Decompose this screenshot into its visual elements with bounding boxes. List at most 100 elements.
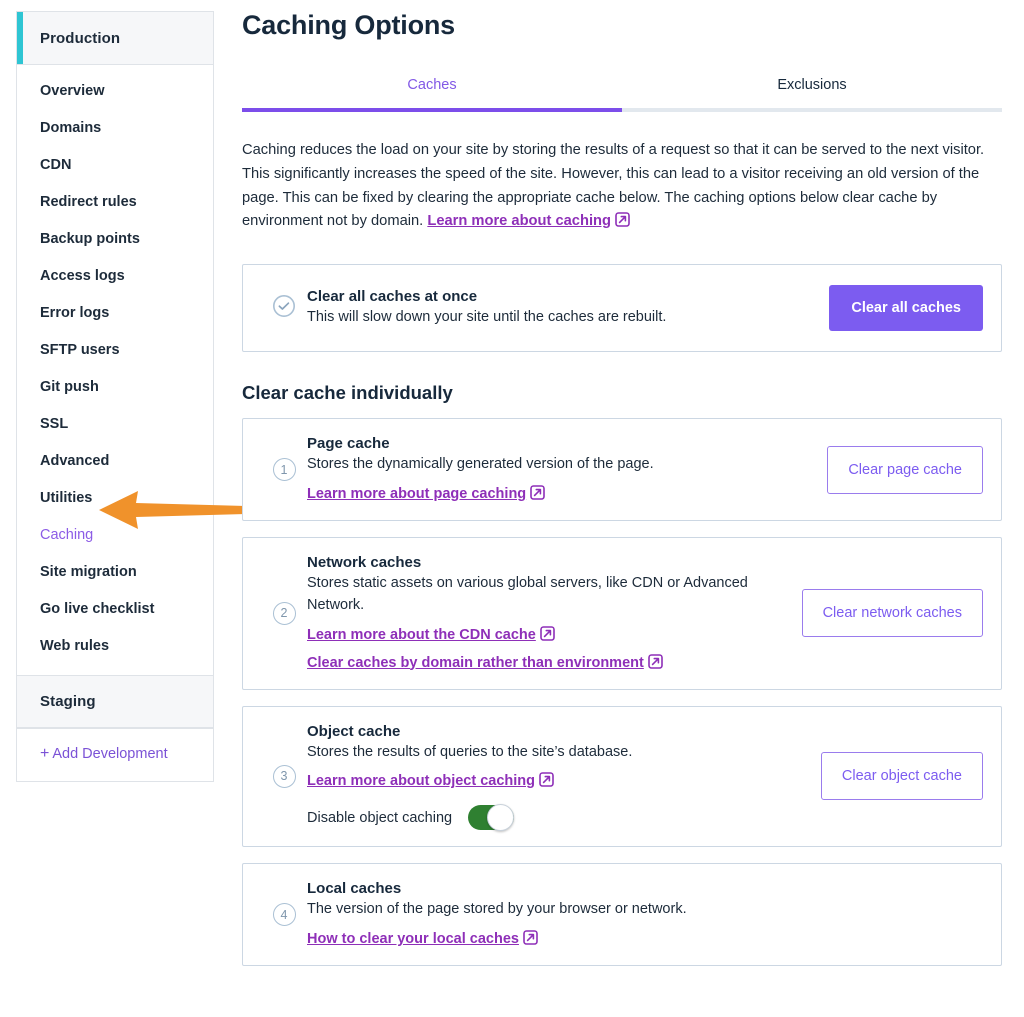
clear-cache-individually-heading: Clear cache individually bbox=[242, 382, 1024, 404]
plus-icon: + bbox=[40, 745, 49, 762]
tab-exclusions[interactable]: Exclusions bbox=[622, 77, 1002, 112]
intro-paragraph: Caching reduces the load on your site by… bbox=[242, 139, 1002, 236]
network-caches-card: 2 Network caches Stores static assets on… bbox=[242, 537, 1002, 690]
clear-page-cache-button[interactable]: Clear page cache bbox=[827, 446, 983, 494]
disable-object-caching-row: Disable object caching bbox=[307, 805, 807, 830]
tab-bar: Caches Exclusions bbox=[242, 77, 1002, 112]
learn-more-about-page-caching-link[interactable]: Learn more about page caching bbox=[307, 486, 526, 502]
sidebar-item-caching[interactable]: Caching bbox=[17, 517, 213, 554]
sidebar-item-overview[interactable]: Overview bbox=[17, 73, 213, 110]
how-to-clear-local-caches-label: How to clear your local caches bbox=[307, 931, 519, 947]
add-development-button[interactable]: +Add Development bbox=[17, 728, 213, 781]
sidebar-item-redirect-rules[interactable]: Redirect rules bbox=[17, 184, 213, 221]
clear-network-caches-button[interactable]: Clear network caches bbox=[802, 589, 983, 637]
clear-all-caches-button[interactable]: Clear all caches bbox=[829, 285, 983, 331]
sidebar-item-sftp-users[interactable]: SFTP users bbox=[17, 332, 213, 369]
sidebar-item-error-logs[interactable]: Error logs bbox=[17, 295, 213, 332]
learn-more-about-cdn-cache-label: Learn more about the CDN cache bbox=[307, 627, 536, 643]
sidebar-item-ssl[interactable]: SSL bbox=[17, 406, 213, 443]
page-title: Caching Options bbox=[242, 10, 1024, 41]
object-cache-number-col: 3 bbox=[261, 765, 307, 788]
learn-more-about-object-caching-label: Learn more about object caching bbox=[307, 773, 535, 789]
sidebar-item-site-migration[interactable]: Site migration bbox=[17, 554, 213, 591]
local-caches-text-col: Local caches The version of the page sto… bbox=[307, 880, 983, 949]
sidebar-item-backup-points[interactable]: Backup points bbox=[17, 221, 213, 258]
sidebar-item-advanced[interactable]: Advanced bbox=[17, 443, 213, 480]
clear-all-description: This will slow down your site until the … bbox=[307, 307, 815, 329]
object-cache-title: Object cache bbox=[307, 723, 807, 740]
object-cache-text-col: Object cache Stores the results of queri… bbox=[307, 723, 821, 831]
clear-all-caches-card: Clear all caches at once This will slow … bbox=[242, 264, 1002, 352]
step-number-badge: 2 bbox=[273, 602, 296, 625]
environment-sidebar: Production Overview Domains CDN Redirect… bbox=[16, 11, 214, 782]
toggle-knob bbox=[487, 804, 514, 831]
sidebar-item-utilities[interactable]: Utilities bbox=[17, 480, 213, 517]
env-accent-bar bbox=[17, 12, 23, 64]
page-cache-link-row: Learn more about page caching bbox=[307, 485, 813, 504]
caching-options-page: Production Overview Domains CDN Redirect… bbox=[0, 0, 1024, 1017]
sidebar-item-cdn[interactable]: CDN bbox=[17, 147, 213, 184]
object-cache-description: Stores the results of queries to the sit… bbox=[307, 742, 807, 764]
clear-caches-by-domain-link[interactable]: Clear caches by domain rather than envir… bbox=[307, 655, 644, 671]
network-caches-button-col: Clear network caches bbox=[802, 589, 983, 637]
sidebar-nav-list: Overview Domains CDN Redirect rules Back… bbox=[17, 65, 213, 675]
external-link-icon bbox=[523, 930, 538, 949]
local-caches-description: The version of the page stored by your b… bbox=[307, 899, 969, 921]
step-number-badge: 3 bbox=[273, 765, 296, 788]
clear-all-button-col: Clear all caches bbox=[829, 285, 983, 331]
sidebar-item-go-live-checklist[interactable]: Go live checklist bbox=[17, 591, 213, 628]
page-cache-button-col: Clear page cache bbox=[827, 446, 983, 494]
page-cache-number-col: 1 bbox=[261, 458, 307, 481]
env-title-staging: Staging bbox=[40, 693, 96, 710]
external-link-icon bbox=[648, 654, 663, 673]
disable-object-caching-label: Disable object caching bbox=[307, 810, 452, 826]
sidebar-item-domains[interactable]: Domains bbox=[17, 110, 213, 147]
network-caches-description: Stores static assets on various global s… bbox=[307, 573, 777, 617]
network-caches-title: Network caches bbox=[307, 554, 788, 571]
local-caches-card: 4 Local caches The version of the page s… bbox=[242, 863, 1002, 966]
object-cache-card: 3 Object cache Stores the results of que… bbox=[242, 706, 1002, 848]
page-cache-card: 1 Page cache Stores the dynamically gene… bbox=[242, 418, 1002, 521]
clear-all-icon-col bbox=[261, 294, 307, 323]
learn-more-about-caching-link[interactable]: Learn more about caching bbox=[427, 213, 611, 229]
object-cache-link-row: Learn more about object caching bbox=[307, 772, 807, 791]
clear-all-title: Clear all caches at once bbox=[307, 288, 815, 305]
check-circle-icon bbox=[272, 294, 296, 323]
sidebar-item-git-push[interactable]: Git push bbox=[17, 369, 213, 406]
tab-caches[interactable]: Caches bbox=[242, 77, 622, 112]
how-to-clear-local-caches-link[interactable]: How to clear your local caches bbox=[307, 931, 519, 947]
clear-caches-by-domain-label: Clear caches by domain rather than envir… bbox=[307, 655, 644, 671]
object-cache-button-col: Clear object cache bbox=[821, 752, 983, 800]
network-caches-number-col: 2 bbox=[261, 602, 307, 625]
local-caches-number-col: 4 bbox=[261, 903, 307, 926]
step-number-badge: 4 bbox=[273, 903, 296, 926]
sidebar-env-header-production: Production bbox=[17, 12, 213, 65]
network-caches-text-col: Network caches Stores static assets on v… bbox=[307, 554, 802, 673]
network-caches-link-row-2: Clear caches by domain rather than envir… bbox=[307, 654, 788, 673]
clear-all-text-col: Clear all caches at once This will slow … bbox=[307, 288, 829, 329]
disable-object-caching-toggle[interactable] bbox=[468, 805, 514, 830]
clear-object-cache-button[interactable]: Clear object cache bbox=[821, 752, 983, 800]
intro-text: Caching reduces the load on your site by… bbox=[242, 142, 984, 229]
env-title-production: Production bbox=[40, 30, 120, 47]
page-cache-text-col: Page cache Stores the dynamically genera… bbox=[307, 435, 827, 504]
add-development-label: Add Development bbox=[52, 746, 167, 762]
page-cache-title: Page cache bbox=[307, 435, 813, 452]
learn-more-about-caching-label: Learn more about caching bbox=[427, 213, 611, 229]
external-link-icon bbox=[530, 485, 545, 504]
sidebar-env-header-staging[interactable]: Staging bbox=[17, 675, 213, 728]
local-caches-title: Local caches bbox=[307, 880, 969, 897]
learn-more-about-object-caching-link[interactable]: Learn more about object caching bbox=[307, 773, 535, 789]
sidebar-item-web-rules[interactable]: Web rules bbox=[17, 628, 213, 665]
sidebar-item-access-logs[interactable]: Access logs bbox=[17, 258, 213, 295]
page-cache-description: Stores the dynamically generated version… bbox=[307, 454, 813, 476]
learn-more-about-cdn-cache-link[interactable]: Learn more about the CDN cache bbox=[307, 627, 536, 643]
main-content: Caching Options Caches Exclusions Cachin… bbox=[242, 0, 1024, 982]
learn-more-about-page-caching-label: Learn more about page caching bbox=[307, 486, 526, 502]
local-caches-link-row: How to clear your local caches bbox=[307, 930, 969, 949]
individual-cache-cards: 1 Page cache Stores the dynamically gene… bbox=[242, 418, 1024, 966]
external-link-icon bbox=[540, 626, 555, 645]
external-link-icon bbox=[615, 212, 630, 236]
step-number-badge: 1 bbox=[273, 458, 296, 481]
network-caches-link-row-1: Learn more about the CDN cache bbox=[307, 626, 788, 645]
